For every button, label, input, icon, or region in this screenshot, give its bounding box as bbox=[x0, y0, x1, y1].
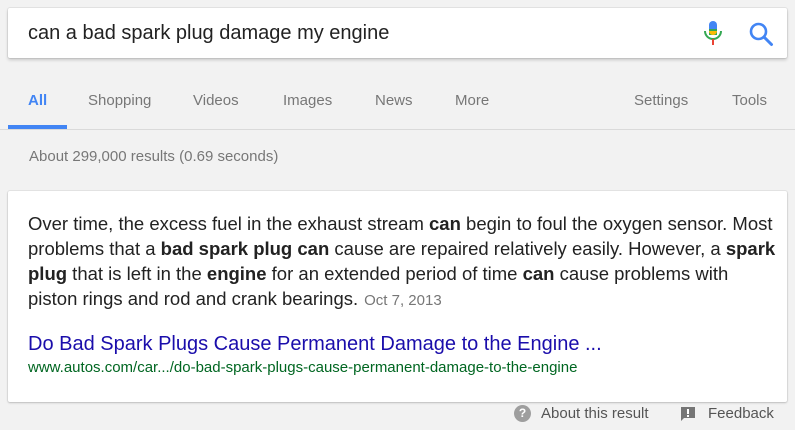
tab-all[interactable]: All bbox=[28, 92, 47, 109]
snippet-segment: for an extended period of time bbox=[266, 263, 523, 284]
tab-tools[interactable]: Tools bbox=[732, 92, 767, 109]
about-this-result-link[interactable]: ? About this result bbox=[514, 405, 649, 422]
snippet-bold-term: can bbox=[522, 263, 555, 284]
search-input[interactable]: can a bad spark plug damage my engine bbox=[28, 8, 668, 58]
snippet-bold-term: bad spark plug can bbox=[160, 238, 330, 259]
about-this-result-label: About this result bbox=[541, 405, 649, 422]
tab-shopping[interactable]: Shopping bbox=[88, 92, 151, 109]
snippet-segment: Over time, the excess fuel in the exhaus… bbox=[28, 213, 430, 234]
snippet-segment: that is left in the bbox=[67, 263, 207, 284]
active-tab-indicator bbox=[8, 125, 67, 129]
help-icon: ? bbox=[514, 405, 531, 422]
result-title-link[interactable]: Do Bad Spark Plugs Cause Permanent Damag… bbox=[28, 333, 602, 356]
tab-news[interactable]: News bbox=[375, 92, 413, 109]
tab-settings[interactable]: Settings bbox=[634, 92, 688, 109]
feedback-link[interactable]: Feedback bbox=[680, 405, 774, 422]
search-icon[interactable] bbox=[748, 21, 774, 47]
feedback-icon bbox=[681, 406, 695, 421]
tab-more[interactable]: More bbox=[455, 92, 489, 109]
tab-videos[interactable]: Videos bbox=[193, 92, 239, 109]
search-results-page: can a bad spark plug damage my engine Al… bbox=[0, 0, 795, 430]
snippet-segment: cause are repaired relatively easily. Ho… bbox=[329, 238, 726, 259]
search-box[interactable]: can a bad spark plug damage my engine bbox=[8, 8, 787, 58]
snippet-bold-term: can bbox=[429, 213, 461, 234]
featured-snippet-card: Over time, the excess fuel in the exhaus… bbox=[8, 191, 787, 402]
results-stats: About 299,000 results (0.69 seconds) bbox=[29, 148, 279, 165]
result-url: www.autos.com/car.../do-bad-spark-plugs-… bbox=[28, 359, 578, 376]
snippet-text: Over time, the excess fuel in the exhaus… bbox=[28, 211, 778, 313]
microphone-icon[interactable] bbox=[701, 20, 725, 46]
feedback-label: Feedback bbox=[708, 405, 774, 422]
tab-images[interactable]: Images bbox=[283, 92, 332, 109]
snippet-bold-term: engine bbox=[206, 263, 267, 284]
snippet-date: Oct 7, 2013 bbox=[364, 292, 442, 309]
search-tabs: All Shopping Videos Images News More Set… bbox=[0, 70, 795, 130]
